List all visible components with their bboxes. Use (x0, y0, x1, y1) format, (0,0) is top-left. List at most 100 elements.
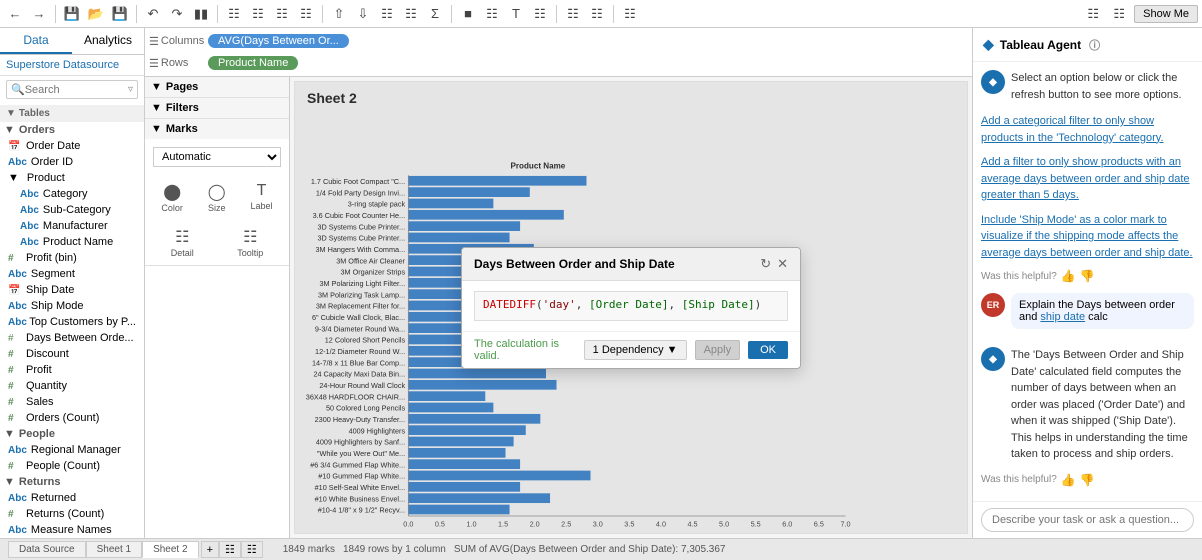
manufacturer-field[interactable]: AbcManufacturer (0, 218, 144, 234)
abc-icon-6: Abc (8, 269, 27, 280)
agent-info-icon[interactable]: ⓘ (1089, 37, 1100, 53)
map-btn[interactable]: ☷ (562, 3, 584, 25)
size-mark-btn[interactable]: ◯ Size (205, 179, 229, 216)
apply-button[interactable]: Apply (695, 340, 741, 360)
segment-field[interactable]: AbcSegment (0, 266, 144, 282)
profit-bin-field[interactable]: #Profit (bin) (0, 250, 144, 266)
discount-field[interactable]: #Discount (0, 346, 144, 362)
orders-count-field[interactable]: #Orders (Count) (0, 410, 144, 426)
highlight-btn[interactable]: ■ (457, 3, 479, 25)
top-customers-field[interactable]: AbcTop Customers by P... (0, 314, 144, 330)
subcategory-field[interactable]: AbcSub-Category (0, 202, 144, 218)
sort-asc-btn[interactable]: ⇧ (328, 3, 350, 25)
search-icon: 🔍 (11, 83, 25, 96)
data-tab[interactable]: Data (0, 28, 72, 54)
forward-button[interactable]: → (28, 3, 50, 25)
detail-mark-btn[interactable]: ☷ Detail (168, 224, 197, 261)
days-between-field[interactable]: #Days Between Orde... (0, 330, 144, 346)
marks-header[interactable]: ▼ Marks (145, 119, 289, 139)
save-btn[interactable]: 💾 (109, 3, 131, 25)
group-btn[interactable]: ☷ (376, 3, 398, 25)
sum-btn[interactable]: Σ (424, 3, 446, 25)
thumbs-up-2[interactable]: 👍 (1061, 473, 1076, 487)
profit-field[interactable]: #Profit (0, 362, 144, 378)
sheet-list-btn[interactable]: ☷ (241, 541, 263, 558)
annotation-btn[interactable]: T (505, 3, 527, 25)
ship-date-field[interactable]: 📅Ship Date (0, 282, 144, 298)
returns-count-field[interactable]: #Returns (Count) (0, 506, 144, 522)
new-sheet-btn[interactable]: + (201, 541, 219, 558)
formula-field-2: [Ship Date] (682, 298, 755, 311)
thumbs-down-1[interactable]: 👎 (1080, 269, 1095, 283)
suggestion-link-3[interactable]: Include 'Ship Mode' as a color mark to v… (981, 214, 1193, 259)
sheet1-tab[interactable]: Sheet 1 (86, 541, 142, 558)
tables-collapse-icon: ▼ (6, 108, 16, 119)
ok-button[interactable]: OK (748, 341, 788, 359)
analytics-tab[interactable]: Analytics (72, 28, 144, 54)
back-button[interactable]: ← (4, 3, 26, 25)
tooltip-icon: ☷ (243, 227, 257, 247)
pause-btn[interactable]: ▮▮ (190, 3, 212, 25)
people-count-field[interactable]: #People (Count) (0, 458, 144, 474)
order-date-field[interactable]: 📅Order Date (0, 138, 144, 154)
fit-btn[interactable]: ☷ (295, 3, 317, 25)
suggestion-link-2[interactable]: Add a filter to only show products with … (981, 156, 1190, 201)
sheet2-tab[interactable]: Sheet 2 (142, 541, 198, 558)
returns-group[interactable]: ▼ Returns (0, 474, 144, 490)
agent-suggestion-1[interactable]: Add a categorical filter to only show pr… (981, 113, 1194, 146)
thumbs-down-2[interactable]: 👎 (1080, 473, 1095, 487)
dialog-formula[interactable]: DATEDIFF('day', [Order Date], [Ship Date… (474, 291, 788, 321)
undo-btn[interactable]: ↶ (142, 3, 164, 25)
sales-field[interactable]: #Sales (0, 394, 144, 410)
quantity-field[interactable]: #Quantity (0, 378, 144, 394)
product-group[interactable]: ▼Product (0, 170, 144, 186)
format-btn[interactable]: ☷ (529, 3, 551, 25)
dialog-close-icon[interactable]: ✕ (777, 256, 788, 272)
marks-type-select[interactable]: Automatic (153, 147, 281, 167)
present-btn[interactable]: ☷ (619, 3, 641, 25)
suggestion-link-1[interactable]: Add a categorical filter to only show pr… (981, 115, 1164, 144)
sort-desc-btn[interactable]: ⇩ (352, 3, 374, 25)
new-datasource-btn[interactable]: 💾 (61, 3, 83, 25)
people-group[interactable]: ▼ People (0, 426, 144, 442)
user-msg-text: Explain the Days between order and ship … (1011, 293, 1194, 329)
sheet-grid-btn[interactable]: ☷ (219, 541, 241, 558)
agent-btn[interactable]: ☷ (1082, 3, 1104, 25)
hash-icon-3: # (8, 365, 22, 376)
show-me-button[interactable]: Show Me (1134, 5, 1198, 23)
clear-btn[interactable]: ☷ (271, 3, 293, 25)
category-field[interactable]: AbcCategory (0, 186, 144, 202)
datasource-link[interactable]: Superstore Datasource (0, 55, 144, 75)
filters-header[interactable]: ▼ Filters (145, 98, 289, 118)
label-btn[interactable]: ☷ (400, 3, 422, 25)
agent-suggestion-2[interactable]: Add a filter to only show products with … (981, 154, 1194, 204)
label-mark-btn[interactable]: T Label (248, 179, 276, 216)
rows-pill[interactable]: Product Name (208, 56, 298, 70)
pages-header[interactable]: ▼ Pages (145, 77, 289, 97)
map2-btn[interactable]: ☷ (586, 3, 608, 25)
order-id-field[interactable]: AbcOrder ID (0, 154, 144, 170)
tooltip-btn[interactable]: ☷ (481, 3, 503, 25)
regional-manager-field[interactable]: AbcRegional Manager (0, 442, 144, 458)
agent-suggestion-3[interactable]: Include 'Ship Mode' as a color mark to v… (981, 212, 1194, 262)
redo-btn[interactable]: ↷ (166, 3, 188, 25)
orders-group[interactable]: ▼ Orders (0, 122, 144, 138)
share-btn[interactable]: ☷ (1108, 3, 1130, 25)
columns-pill[interactable]: AVG(Days Between Or... (208, 34, 349, 48)
product-name-field[interactable]: AbcProduct Name (0, 234, 144, 250)
ship-mode-field[interactable]: AbcShip Mode (0, 298, 144, 314)
new-worksheet-btn[interactable]: ☷ (223, 3, 245, 25)
dialog-refresh-icon[interactable]: ↻ (760, 256, 771, 272)
measure-names-field[interactable]: AbcMeasure Names (0, 522, 144, 538)
thumbs-up-1[interactable]: 👍 (1061, 269, 1076, 283)
ship-date-link[interactable]: ship date (1040, 311, 1085, 323)
returned-field[interactable]: AbcReturned (0, 490, 144, 506)
tooltip-mark-btn[interactable]: ☷ Tooltip (234, 224, 266, 261)
search-input[interactable] (25, 84, 128, 96)
data-source-tab[interactable]: Data Source (8, 541, 86, 558)
dependency-button[interactable]: 1 Dependency ▼ (584, 340, 687, 360)
duplicate-btn[interactable]: ☷ (247, 3, 269, 25)
agent-input[interactable] (981, 508, 1194, 532)
color-mark-btn[interactable]: ⬤ Color (158, 179, 186, 216)
open-btn[interactable]: 📂 (85, 3, 107, 25)
